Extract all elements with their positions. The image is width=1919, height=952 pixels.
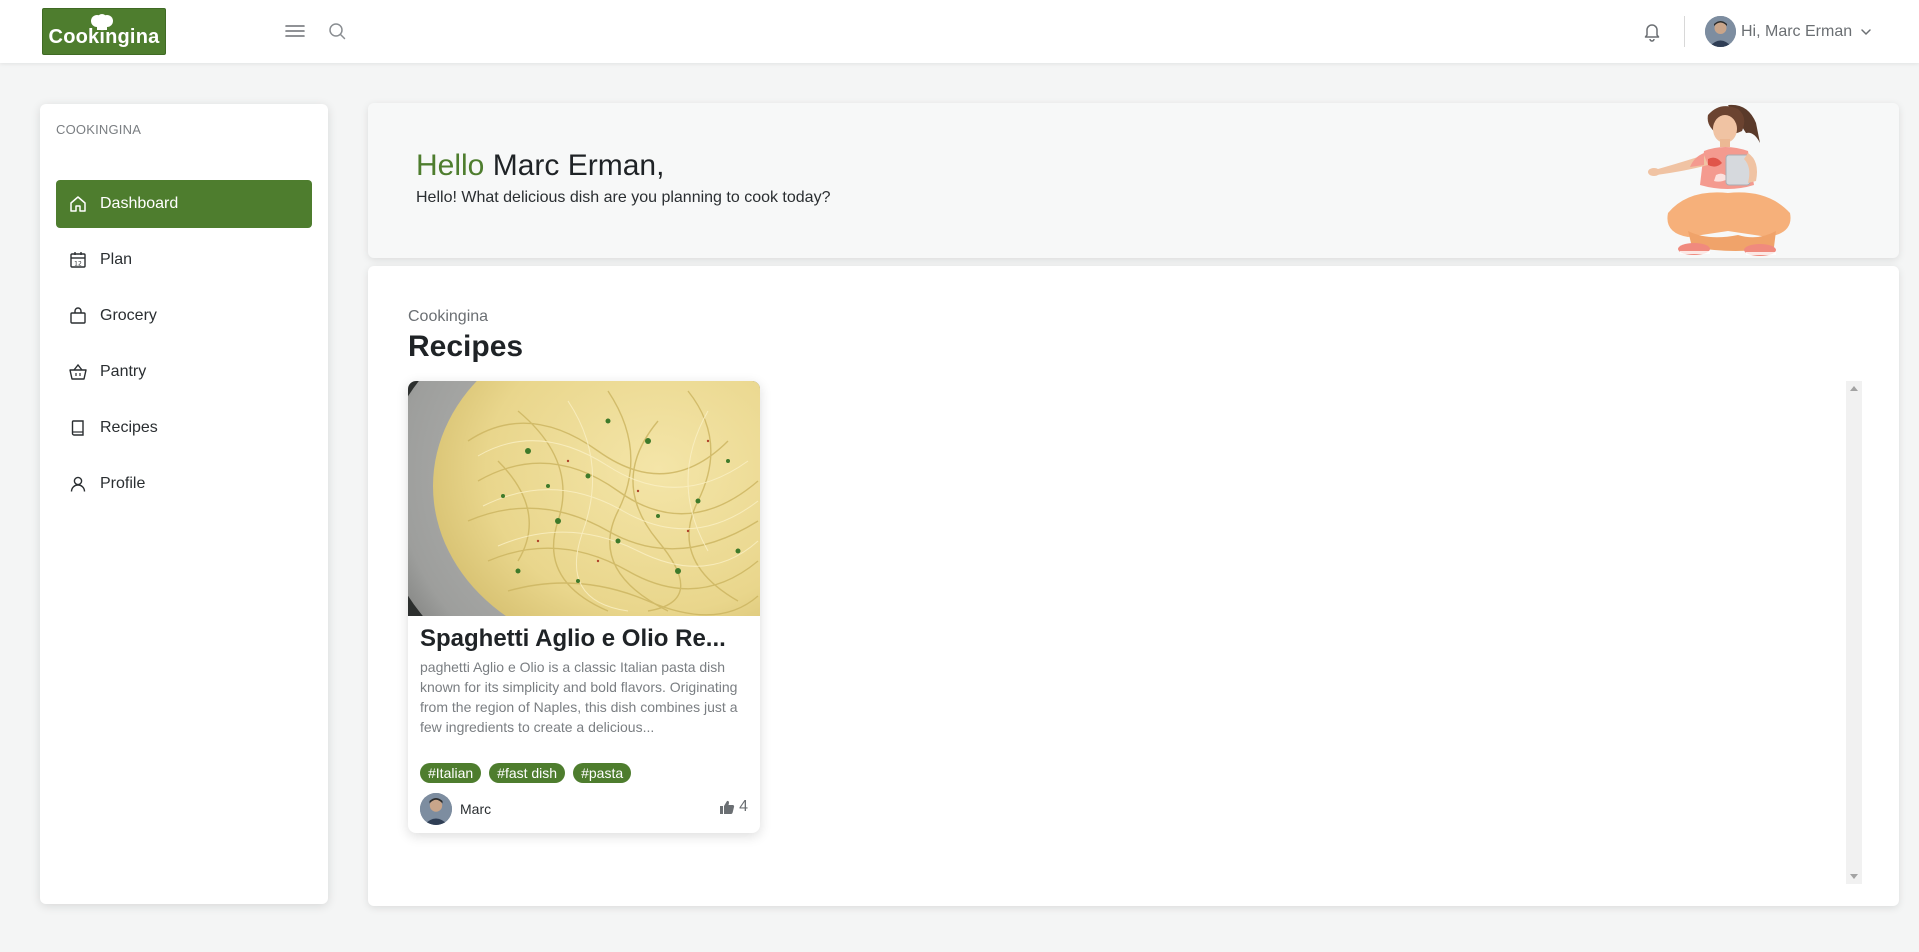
user-greeting: Hi, Marc Erman <box>1741 22 1853 40</box>
sidebar-item-label: Grocery <box>100 307 157 324</box>
basket-icon <box>69 363 87 380</box>
app-logo[interactable]: Cookingina <box>42 8 166 55</box>
thumbs-up-icon <box>720 800 735 814</box>
user-menu[interactable]: Hi, Marc Erman <box>1705 15 1872 48</box>
breadcrumb: Cookingina <box>408 308 489 325</box>
scroll-down-arrow-icon[interactable] <box>1850 874 1858 879</box>
scrollbar[interactable] <box>1846 381 1862 884</box>
like-button[interactable]: 4 <box>719 798 748 816</box>
recipes-list: Spaghetti Aglio e Olio Re... paghetti Ag… <box>408 381 1862 884</box>
welcome-banner: Hello Marc Erman, Hello! What delicious … <box>368 103 1899 258</box>
sidebar-item-plan[interactable]: 12 Plan <box>56 236 312 284</box>
top-navbar: Cookingina Hi, Marc Erman <box>0 0 1919 63</box>
sidebar-nav: Dashboard 12 Plan Grocery Pantry Recipes… <box>56 180 312 516</box>
sidebar-item-label: Dashboard <box>100 195 179 212</box>
author-name: Marc <box>460 801 492 817</box>
tag-pasta[interactable]: #pasta <box>573 763 632 783</box>
sidebar-item-label: Recipes <box>100 419 158 436</box>
book-icon <box>71 420 84 436</box>
sidebar-item-label: Profile <box>100 475 146 492</box>
tag-fast-dish[interactable]: #fast dish <box>489 763 566 783</box>
recipe-description: paghetti Aglio e Olio is a classic Itali… <box>420 659 738 735</box>
sidebar-item-dashboard[interactable]: Dashboard <box>56 180 312 228</box>
avatar <box>420 793 452 825</box>
menu-icon[interactable] <box>284 21 306 41</box>
recipe-tags: #Italian #fast dish #pasta <box>420 763 632 783</box>
shopping-bag-icon <box>70 307 86 324</box>
like-count: 4 <box>739 798 748 815</box>
bell-icon[interactable] <box>1641 20 1663 42</box>
recipe-author: Marc <box>420 793 491 825</box>
chevron-down-icon <box>1861 28 1871 35</box>
sidebar-item-grocery[interactable]: Grocery <box>56 292 312 340</box>
tag-italian[interactable]: #Italian <box>420 763 482 783</box>
user-icon <box>70 476 86 492</box>
welcome-subtitle: Hello! What delicious dish are you plann… <box>416 189 831 206</box>
search-icon[interactable] <box>327 21 347 41</box>
recipes-panel: Cookingina Recipes Spaghetti Aglio e Oli… <box>368 266 1899 906</box>
scroll-up-arrow-icon[interactable] <box>1850 386 1858 391</box>
welcome-name: Marc Erman, <box>484 149 665 182</box>
recipe-image <box>408 381 760 616</box>
sidebar-item-label: Plan <box>100 251 133 268</box>
sidebar-item-recipes[interactable]: Recipes <box>56 404 312 452</box>
sidebar-item-profile[interactable]: Profile <box>56 460 312 508</box>
recipe-title: Spaghetti Aglio e Olio Re... <box>420 625 726 652</box>
welcome-accent: Hello <box>416 149 485 182</box>
page-title: Recipes <box>408 330 524 363</box>
sidebar-item-label: Pantry <box>100 363 147 380</box>
sidebar-item-pantry[interactable]: Pantry <box>56 348 312 396</box>
sidebar: COOKINGINA Dashboard 12 Plan Grocery Pan… <box>40 104 328 904</box>
welcome-heading: Hello Marc Erman, <box>416 149 664 183</box>
home-icon <box>70 196 86 212</box>
recipe-card[interactable]: Spaghetti Aglio e Olio Re... paghetti Ag… <box>408 381 760 833</box>
girl-with-tablet-illustration <box>1648 104 1791 256</box>
navbar-divider <box>1684 16 1685 47</box>
calendar-icon: 12 <box>70 252 86 268</box>
chef-hat-icon <box>91 14 113 30</box>
sidebar-caption: COOKINGINA <box>56 122 142 137</box>
svg-text:12: 12 <box>74 261 82 268</box>
avatar <box>1705 16 1736 47</box>
